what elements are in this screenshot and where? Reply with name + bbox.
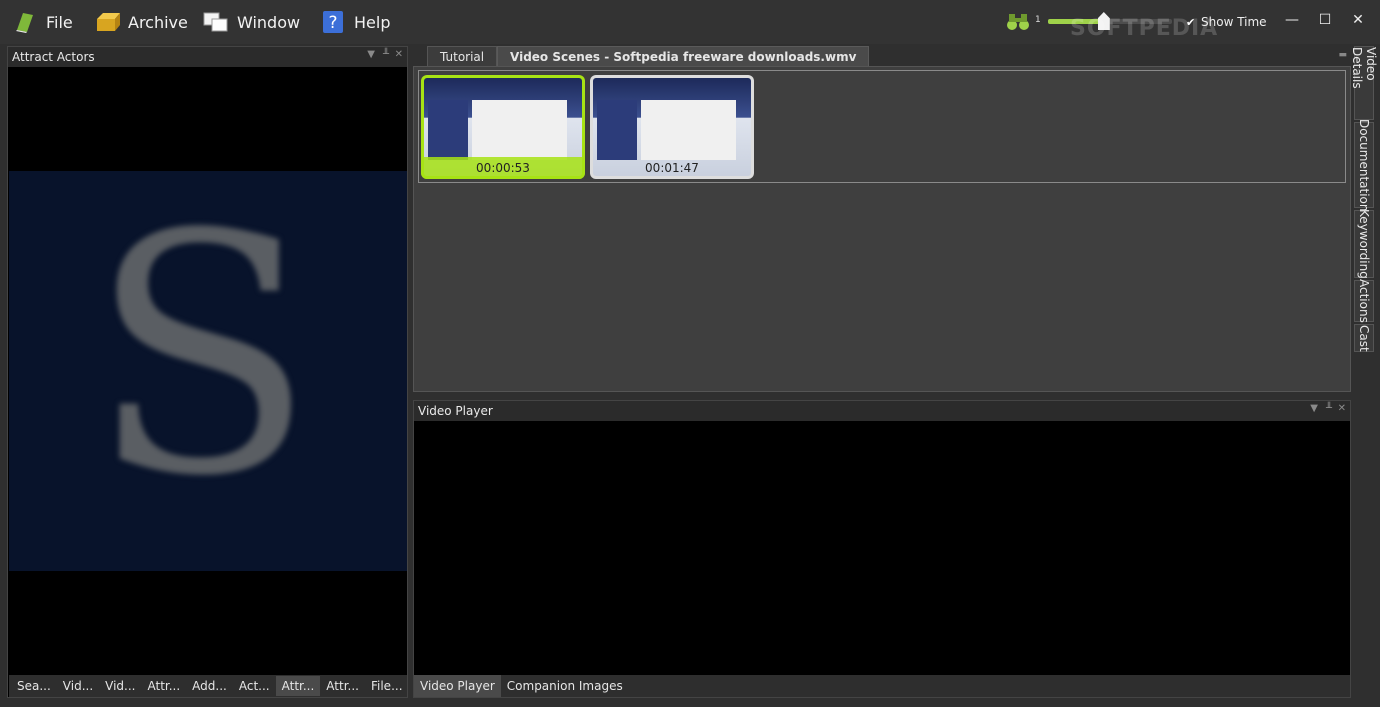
left-panel-tabs: Sea... Vid... Vid... Attr... Add... Act... Att… (9, 675, 407, 697)
panel-dropdown-icon[interactable]: ▼ (1310, 403, 1318, 414)
tab-cast[interactable]: Cast (1354, 324, 1374, 352)
player-panel-tab[interactable]: Companion Images (501, 675, 629, 697)
player-panel-tabs: Video Player Companion Images (414, 675, 1350, 697)
binoculars-icon[interactable] (1006, 10, 1030, 34)
scene-time: 00:00:53 (476, 161, 530, 175)
book-icon (12, 9, 38, 35)
menu-window-label: Window (237, 12, 301, 32)
scene-thumbnail[interactable]: 00:01:47 (590, 75, 754, 179)
video-player-panel: Video Player ▼ ╨ ✕ Video Player Companion… (413, 400, 1351, 698)
menu-help[interactable]: ? Help (320, 6, 390, 38)
panel-header: Attract Actors ▼ ╨ ✕ (8, 47, 407, 67)
maximize-icon: ☐ (1318, 12, 1332, 28)
close-button[interactable]: ✕ (1346, 10, 1370, 30)
tab-video-details[interactable]: Video Details (1350, 46, 1378, 120)
menu-window[interactable]: Window (203, 6, 300, 38)
document-menu-icon[interactable]: ▬ (1338, 50, 1347, 60)
left-panel-tab[interactable]: File... (365, 676, 409, 696)
left-panel-tab[interactable]: Vid... (57, 676, 99, 696)
pin-icon[interactable]: ╨ (1326, 403, 1332, 414)
panel-dropdown-icon[interactable]: ▼ (367, 49, 375, 60)
show-time-label: Show Time (1201, 15, 1267, 29)
archive-box-icon (94, 9, 120, 35)
actor-preview-image: S (9, 171, 407, 571)
menu-archive[interactable]: Archive (94, 6, 188, 38)
show-time-checkbox[interactable]: ✔ Show Time (1186, 15, 1267, 29)
help-question-icon: ? (320, 9, 346, 35)
maximize-button[interactable]: ☐ (1313, 10, 1337, 30)
tab-documentation[interactable]: Documentation (1354, 119, 1374, 211)
zoom-value: 1 (1035, 15, 1041, 25)
document-tabs: Tutorial Video Scenes - Softpedia freewa… (413, 46, 1351, 67)
left-panel-tab[interactable]: Act... (233, 676, 276, 696)
tab-video-scenes[interactable]: Video Scenes - Softpedia freeware downlo… (497, 46, 870, 67)
softpedia-logo-s: S (89, 171, 316, 548)
left-panel-tab[interactable]: Attr... (141, 676, 186, 696)
menu-archive-label: Archive (128, 12, 188, 32)
minimize-icon: — (1285, 12, 1299, 28)
pin-icon[interactable]: ╨ (383, 49, 389, 60)
panel-title: Attract Actors (12, 50, 95, 64)
minimize-button[interactable]: — (1280, 10, 1304, 30)
checkmark-icon: ✔ (1186, 15, 1196, 29)
tab-keywording[interactable]: Keywording (1354, 209, 1374, 279)
left-panel-tab[interactable]: Attr... (320, 676, 365, 696)
panel-close-icon[interactable]: ✕ (395, 49, 403, 60)
tab-tutorial[interactable]: Tutorial (427, 46, 498, 67)
scene-thumbnail[interactable]: 00:00:53 (421, 75, 585, 179)
menu-file-label: File (46, 12, 73, 32)
menu-help-label: Help (354, 12, 391, 32)
scene-strip: 00:00:53 00:01:47 (418, 70, 1346, 183)
panel-header: Video Player ▼ ╨ ✕ (414, 401, 1350, 421)
panel-close-icon[interactable]: ✕ (1338, 403, 1346, 414)
menubar: File Archive Window ? Help 1 SOFTPEDIA ✔… (0, 0, 1380, 44)
left-panel-tab[interactable]: Vid... (99, 676, 141, 696)
panel-title: Video Player (418, 404, 493, 418)
scene-time: 00:01:47 (645, 161, 699, 175)
app-window: File Archive Window ? Help 1 SOFTPEDIA ✔… (0, 0, 1380, 707)
attract-actors-panel: Attract Actors ▼ ╨ ✕ S Sea... Vid... Vid..… (7, 46, 408, 698)
windows-icon (203, 9, 229, 35)
close-icon: ✕ (1352, 12, 1364, 28)
svg-text:?: ? (328, 13, 337, 33)
menu-file[interactable]: File (12, 6, 73, 38)
player-panel-tab[interactable]: Video Player (414, 675, 501, 697)
left-panel-tab[interactable]: Attr... (275, 676, 321, 696)
left-panel-tab[interactable]: Add... (186, 676, 233, 696)
right-side-tabs: Video Details Documentation Keywording A… (1350, 46, 1378, 352)
video-scenes-area: 00:00:53 00:01:47 (413, 66, 1351, 392)
left-panel-tab[interactable]: Sea... (11, 676, 57, 696)
tab-actions[interactable]: Actions (1354, 279, 1374, 323)
